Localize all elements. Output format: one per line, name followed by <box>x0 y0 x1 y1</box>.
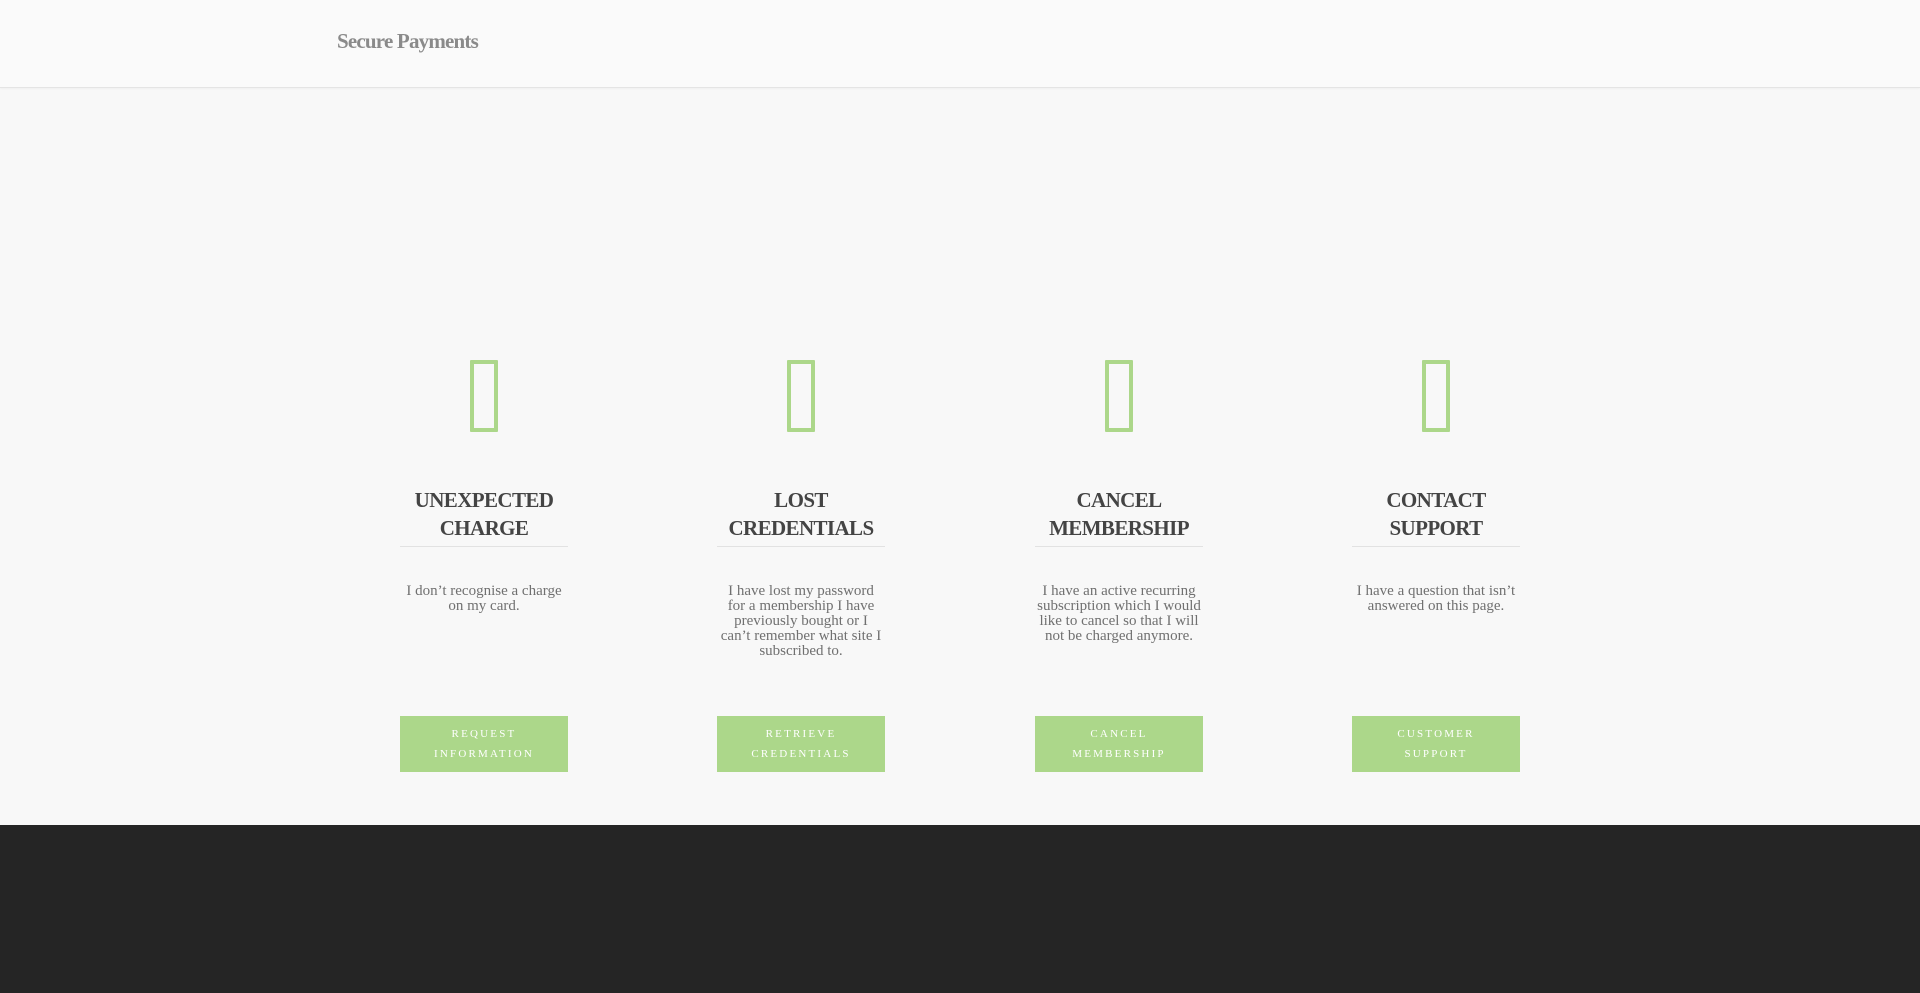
cancel-icon <box>1105 360 1133 432</box>
customer-support-button[interactable]: CUSTOMER SUPPORT <box>1352 716 1520 772</box>
card-contact-support: CONTACT SUPPORT I have a question that is… <box>1352 360 1520 772</box>
brand-logo[interactable]: Secure Payments <box>337 29 479 54</box>
card-unexpected-charge: UNEXPECTED CHARGE I don’t recognise a cha… <box>400 360 568 772</box>
card-title: LOST CREDENTIALS <box>717 486 885 547</box>
support-icon <box>1422 360 1450 432</box>
card-description: I don’t recognise a charge on my card. <box>406 583 562 614</box>
card-title: UNEXPECTED CHARGE <box>400 486 568 547</box>
card-description: I have a question that isn’t answered on… <box>1356 583 1516 614</box>
request-information-button[interactable]: REQUEST INFORMATION <box>400 716 568 772</box>
card-cancel-membership: CANCEL MEMBERSHIP I have an active recurr… <box>1035 360 1203 772</box>
card-title: CANCEL MEMBERSHIP <box>1035 486 1203 547</box>
card-description: I have lost my password for a membership… <box>720 583 882 659</box>
card-description: I have an active recurring subscription … <box>1037 583 1201 644</box>
key-icon <box>787 360 815 432</box>
card-title: CONTACT SUPPORT <box>1352 486 1520 547</box>
site-footer <box>0 825 1920 993</box>
retrieve-credentials-button[interactable]: RETRIEVE CREDENTIALS <box>717 716 885 772</box>
card-lost-credentials: LOST CREDENTIALS I have lost my password … <box>717 360 885 772</box>
site-header: Secure Payments <box>0 0 1920 88</box>
cancel-membership-button[interactable]: CANCEL MEMBERSHIP <box>1035 716 1203 772</box>
credit-card-icon <box>470 360 498 432</box>
